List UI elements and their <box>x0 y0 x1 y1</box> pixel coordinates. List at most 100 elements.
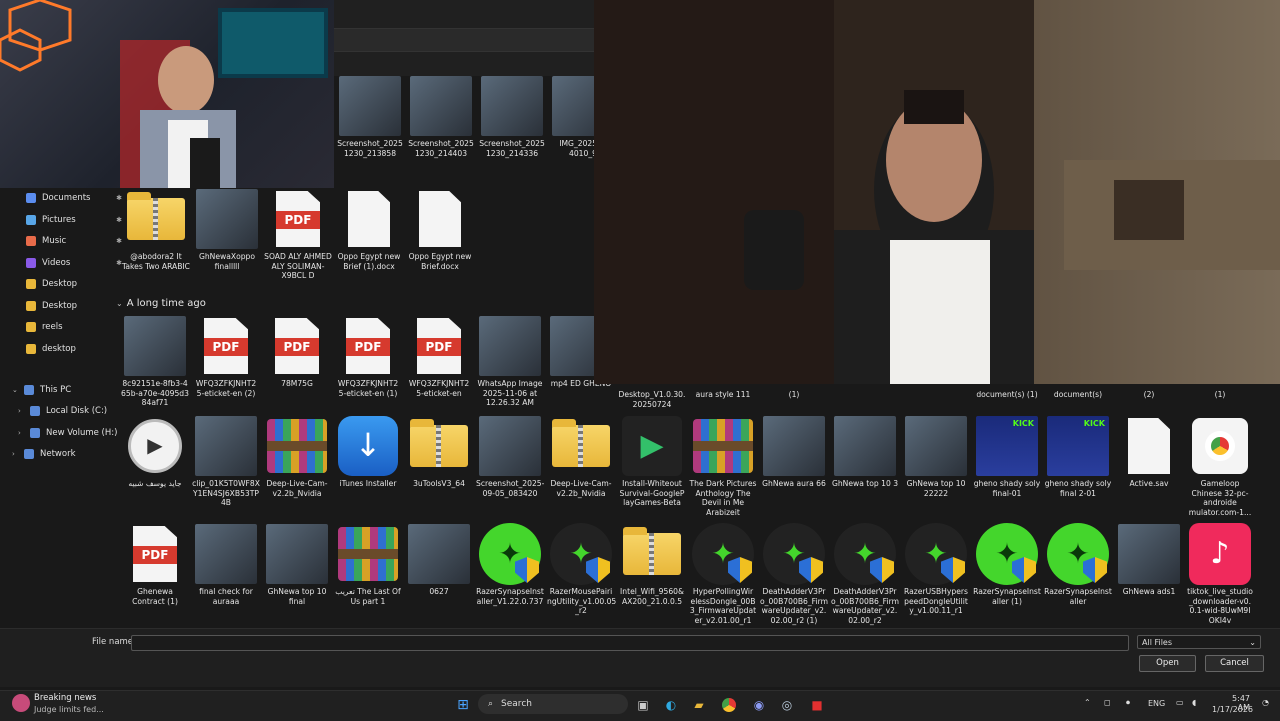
file-item[interactable]: ✦ RazerSynapseInst aller (1) <box>973 523 1041 606</box>
file-item[interactable]: ↓ iTunes Installer <box>334 416 402 489</box>
file-thumbnail: ✦ <box>692 523 754 585</box>
file-item[interactable]: ✦ RazerSynapseInst aller_V1.22.0.737 <box>476 523 544 606</box>
file-item[interactable]: ✦ DeathAdderV3Pr o_00B700B6_Firm wareUpda… <box>831 523 899 625</box>
nav-item[interactable]: desktop <box>26 339 126 359</box>
file-item[interactable]: ✦ DeathAdderV3Pr o_00B700B6_Firm wareUpda… <box>760 523 828 625</box>
volume-icon[interactable]: ◖ <box>1192 698 1196 707</box>
file-label[interactable]: Desktop_V1.0.30. 20250724 <box>618 390 686 409</box>
steam-icon[interactable]: ◎ <box>778 696 796 714</box>
file-item[interactable]: GhNewa aura 66 <box>760 416 828 489</box>
file-item[interactable]: Screenshot_2025 1230_213858 <box>336 76 404 158</box>
file-item[interactable]: GhNewa top 10 22222 <box>902 416 970 498</box>
open-button[interactable]: Open <box>1139 655 1196 672</box>
address-bar[interactable] <box>334 28 594 52</box>
file-item[interactable]: GhNewa top 10 3 <box>831 416 899 489</box>
file-item[interactable]: ▶ جايد يوسف شبيه <box>121 416 189 489</box>
file-thumbnail: ✦ <box>905 523 967 585</box>
file-item[interactable]: ✦ HyperPollingWir elessDongle_00B 3_Firmw… <box>689 523 757 625</box>
file-item[interactable]: GhNewa top 10 final <box>263 524 331 606</box>
file-item[interactable]: Screenshot_2025- 09-05_083420 <box>476 416 544 498</box>
pdf-icon: PDF <box>204 318 248 374</box>
file-item[interactable]: 8c92151e-8fb3-4 65b-a70e-4095d3 84af71 <box>121 316 189 408</box>
chevron-up-icon[interactable]: ⌃ <box>1084 698 1091 707</box>
nav-tree-item[interactable]: › Network <box>12 444 112 464</box>
file-item[interactable]: GhNewaXoppo finalllll <box>193 189 261 271</box>
file-item[interactable]: gheno shady soly final-01 <box>973 416 1041 498</box>
nav-item[interactable]: Pictures ✱ <box>26 210 126 230</box>
nav-item[interactable]: Desktop <box>26 274 126 294</box>
file-item[interactable]: ✦ RazerUSBHypers peedDongleUtilit y_v1.00… <box>902 523 970 616</box>
file-item[interactable]: PDF WFQ3ZFKJNHT2 5-eticket-en (1) <box>334 316 402 398</box>
file-label[interactable]: document(s) <box>1044 390 1112 400</box>
nav-item[interactable]: Desktop <box>26 296 126 316</box>
file-item[interactable]: The Dark Pictures Anthology The Devil in… <box>689 416 757 517</box>
nav-item[interactable]: Music ✱ <box>26 231 126 251</box>
file-thumbnail: ▶ <box>124 416 186 476</box>
file-label: RazerSynapseInst aller (1) <box>973 587 1041 606</box>
file-label[interactable]: (1) <box>1186 390 1254 400</box>
file-type-select[interactable]: All Files ⌄ <box>1137 635 1261 649</box>
nav-tree-item[interactable]: › Local Disk (C:) <box>18 401 118 421</box>
clock-date[interactable]: 1/17/2026 <box>1212 705 1253 714</box>
file-item[interactable]: gheno shady soly final 2-01 <box>1044 416 1112 498</box>
file-item[interactable]: clip_01K5T0WF8X Y1EN4SJ6XB53TP 4B <box>192 416 260 508</box>
file-explorer-icon[interactable]: ▰ <box>690 696 708 714</box>
news-subtitle[interactable]: Judge limits fed... <box>34 705 104 714</box>
file-item[interactable]: ✦ RazerSynapseInst aller <box>1044 523 1112 606</box>
file-label[interactable]: (1) <box>760 390 828 400</box>
file-item[interactable]: ▶ Install-Whiteout Survival-GoogleP layGa… <box>618 416 686 508</box>
file-item[interactable]: @abodora2 It Takes Two ARABIC <box>122 189 190 271</box>
app-icon[interactable]: ■ <box>808 696 826 714</box>
file-name-input[interactable] <box>131 635 1129 651</box>
image-thumbnail <box>905 416 967 476</box>
chrome-icon[interactable] <box>720 696 738 714</box>
cancel-button[interactable]: Cancel <box>1205 655 1264 672</box>
file-item[interactable]: Deep-Live-Cam- v2.2b_Nvidia <box>263 416 331 498</box>
file-item[interactable]: 3uToolsV3_64 <box>405 416 473 489</box>
file-item[interactable]: PDF SOAD ALY AHMED ALY SOLIMAN-X9BCL D <box>264 189 332 281</box>
notification-icon[interactable]: ◔ <box>1262 698 1269 707</box>
file-item[interactable]: تعريب The Last Of Us part 1 <box>334 524 402 606</box>
file-item[interactable]: PDF 78M75G <box>263 316 331 389</box>
file-item[interactable]: Intel_Wifi_9560& AX200_21.0.0.5 <box>618 524 686 606</box>
file-item[interactable]: ♪ tiktok_live_studio _downloader-v0. 0.1-… <box>1186 523 1254 625</box>
discord-icon[interactable]: ◉ <box>750 696 768 714</box>
file-label[interactable]: document(s) (1) <box>973 390 1041 400</box>
file-label[interactable]: (2) <box>1115 390 1183 400</box>
file-item[interactable]: PDF WFQ3ZFKJNHT2 5-eticket-en <box>405 316 473 398</box>
file-item[interactable]: 0627 <box>405 524 473 597</box>
language-indicator[interactable]: ENG <box>1148 699 1165 708</box>
folder-icon <box>26 322 36 332</box>
file-item[interactable]: Oppo Egypt new Brief.docx <box>406 189 474 271</box>
task-view-icon[interactable]: ▣ <box>634 696 652 714</box>
file-item[interactable]: ✦ RazerMousePairi ngUtility_v1.00.05 _r2 <box>547 523 616 616</box>
file-item[interactable]: final check for auraaa <box>192 524 260 606</box>
file-item[interactable]: PDF WFQ3ZFKJNHT2 5-eticket-en (2) <box>192 316 260 398</box>
nav-item[interactable]: Documents ✱ <box>26 188 126 208</box>
nav-tree-item[interactable]: ⌄ This PC <box>12 380 112 400</box>
microphone-icon[interactable]: ⏺ <box>1126 698 1130 708</box>
file-item[interactable]: PDF Ghenewa Contract (1) <box>121 524 189 606</box>
network-icon[interactable]: ▭ <box>1176 698 1184 707</box>
file-item[interactable]: WhatsApp Image 2025-11-06 at 12.26.32 AM <box>476 316 544 408</box>
file-item[interactable]: GhNewa ads1 <box>1115 524 1183 597</box>
file-thumbnail <box>266 416 328 476</box>
news-title[interactable]: Breaking news <box>34 693 96 703</box>
file-item[interactable]: Active.sav <box>1115 416 1183 489</box>
file-item[interactable]: Oppo Egypt new Brief (1).docx <box>335 189 403 271</box>
group-header[interactable]: ⌄ A long time ago <box>116 298 206 309</box>
nav-item[interactable]: Videos ✱ <box>26 253 126 273</box>
edge-icon[interactable]: ◐ <box>662 696 680 714</box>
file-item[interactable]: Screenshot_2025 1230_214336 <box>478 76 546 158</box>
file-item[interactable]: Deep-Live-Cam- v2.2b_Nvidia <box>547 416 615 498</box>
chevron-icon: › <box>18 429 21 437</box>
nav-item[interactable]: reels <box>26 317 126 337</box>
windows-start-icon[interactable]: ⊞ <box>454 696 472 714</box>
app-tray-icon[interactable]: ◻ <box>1104 698 1111 707</box>
news-icon[interactable] <box>12 694 30 712</box>
nav-tree-item[interactable]: › New Volume (H:) <box>18 423 118 443</box>
file-item[interactable]: Screenshot_2025 1230_214403 <box>407 76 475 158</box>
taskbar-search[interactable]: ⌕ Search <box>478 694 628 714</box>
file-item[interactable]: Gameloop Chinese 32-pc-androide mulator.… <box>1186 416 1254 517</box>
file-label[interactable]: aura style 111 <box>689 390 757 400</box>
